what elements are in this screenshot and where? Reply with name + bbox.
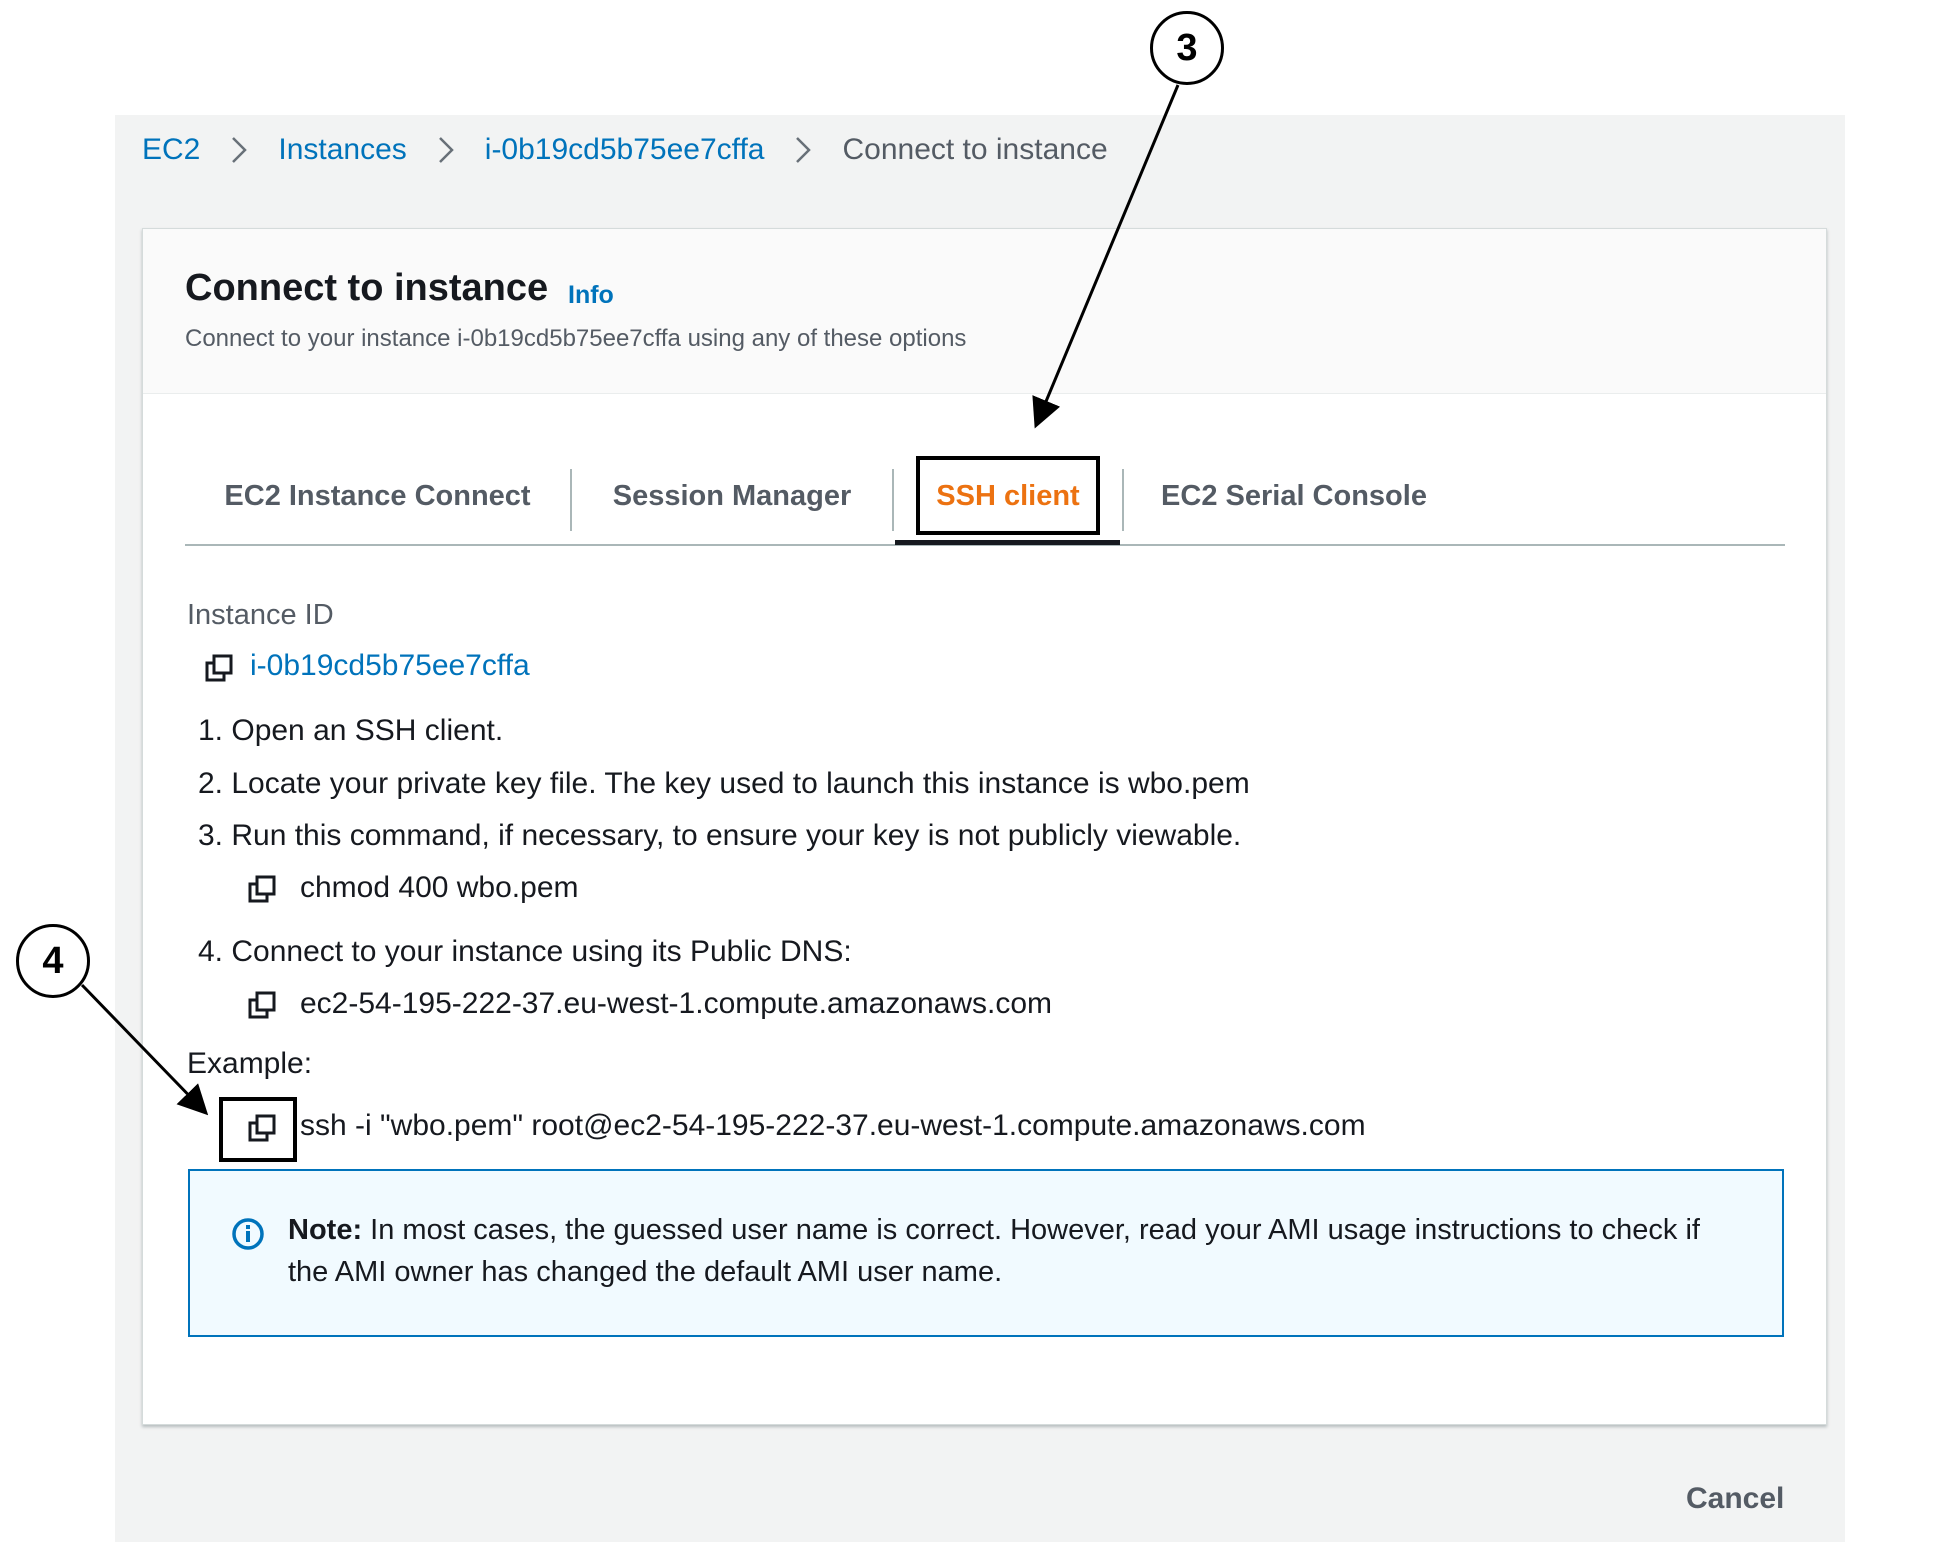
info-circle-icon xyxy=(232,1218,264,1250)
breadcrumb-ec2[interactable]: EC2 xyxy=(142,133,200,167)
chevron-right-icon xyxy=(407,136,485,164)
page-title: Connect to instance xyxy=(185,267,549,309)
info-link[interactable]: Info xyxy=(568,281,614,310)
copy-icon[interactable] xyxy=(247,874,277,904)
tab-ec2-serial-console[interactable]: EC2 Serial Console xyxy=(1124,449,1464,544)
copy-icon[interactable] xyxy=(204,653,234,683)
copy-icon[interactable] xyxy=(247,1113,277,1143)
tab-ec2-instance-connect[interactable]: EC2 Instance Connect xyxy=(185,449,570,544)
example-label: Example: xyxy=(187,1047,313,1080)
panel-header: Connect to instance Info Connect to your… xyxy=(143,229,1826,394)
breadcrumb: EC2 Instances i-0b19cd5b75ee7cffa Connec… xyxy=(142,130,1108,170)
step-2: 2. Locate your private key file. The key… xyxy=(198,767,1250,800)
tab-ssh-client[interactable]: SSH client xyxy=(894,449,1122,544)
note-label: Note: xyxy=(288,1214,363,1246)
chevron-right-icon xyxy=(200,136,278,164)
breadcrumb-current: Connect to instance xyxy=(842,133,1108,166)
callout-3: 3 xyxy=(1150,11,1224,85)
instance-id-label: Instance ID xyxy=(187,599,334,631)
chmod-command: chmod 400 wbo.pem xyxy=(300,871,579,904)
breadcrumb-instances[interactable]: Instances xyxy=(278,133,406,167)
tab-bar: EC2 Instance Connect Session Manager SSH… xyxy=(185,449,1785,546)
cancel-button[interactable]: Cancel xyxy=(1686,1482,1784,1516)
active-tab-indicator xyxy=(895,540,1120,545)
callout-4: 4 xyxy=(16,924,90,998)
connect-panel: Connect to instance Info Connect to your… xyxy=(142,228,1827,1425)
step-3: 3. Run this command, if necessary, to en… xyxy=(198,819,1242,852)
public-dns-value: ec2-54-195-222-37.eu-west-1.compute.amaz… xyxy=(300,987,1053,1020)
note-text: Note: In most cases, the guessed user na… xyxy=(288,1209,1728,1293)
page-description: Connect to your instance i-0b19cd5b75ee7… xyxy=(185,325,967,352)
tab-session-manager[interactable]: Session Manager xyxy=(572,449,892,544)
chevron-right-icon xyxy=(764,136,842,164)
step-1: 1. Open an SSH client. xyxy=(198,714,504,747)
step-4: 4. Connect to your instance using its Pu… xyxy=(198,935,852,968)
instance-id-value[interactable]: i-0b19cd5b75ee7cffa xyxy=(250,649,530,683)
copy-icon[interactable] xyxy=(247,990,277,1020)
example-command: ssh -i "wbo.pem" root@ec2-54-195-222-37.… xyxy=(300,1109,1366,1142)
note-alert: Note: In most cases, the guessed user na… xyxy=(188,1169,1784,1337)
note-body: In most cases, the guessed user name is … xyxy=(288,1214,1700,1288)
breadcrumb-instance-id[interactable]: i-0b19cd5b75ee7cffa xyxy=(485,133,765,167)
